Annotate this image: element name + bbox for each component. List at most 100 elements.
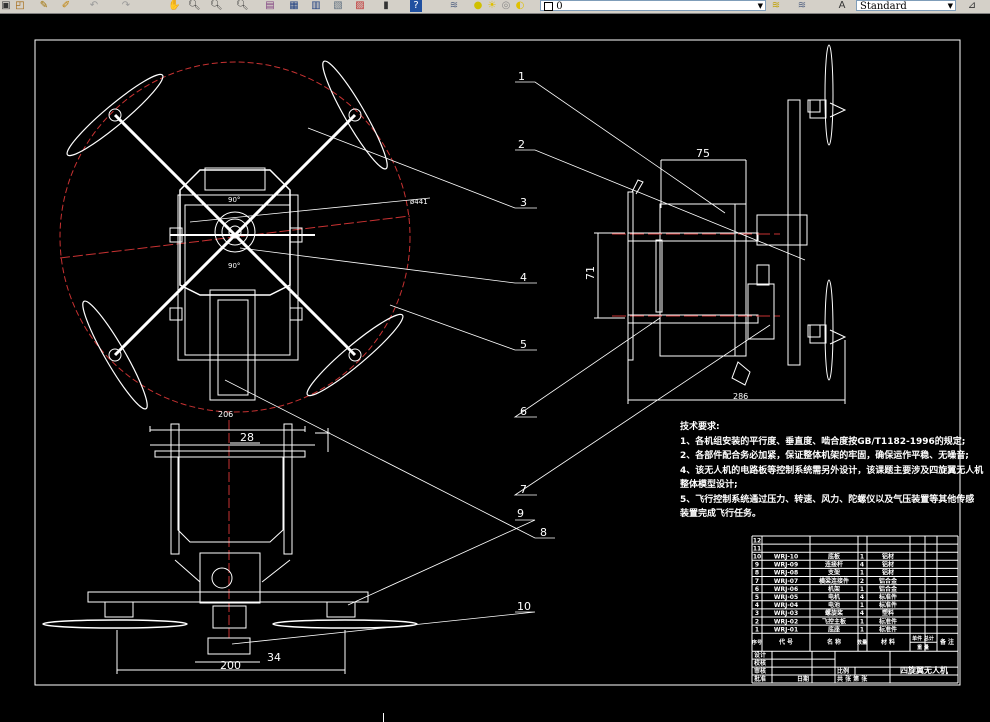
- part-qty: 1: [860, 602, 864, 609]
- layer-plot-icon[interactable]: ◐: [514, 0, 526, 12]
- text-style-icon[interactable]: A: [836, 0, 848, 12]
- zoom-realtime-icon[interactable]: 🔍︎: [188, 0, 201, 12]
- header-material: 材 料: [880, 638, 895, 646]
- balloon-7: 7: [520, 483, 527, 496]
- part-number: 8: [755, 570, 759, 577]
- dim-front-offset: 28: [240, 431, 254, 444]
- drawing-border: [34, 39, 961, 686]
- review-label: 审核: [754, 667, 766, 675]
- check-label: 校核: [754, 659, 766, 667]
- part-code: WRJ-03: [774, 610, 798, 617]
- part-code: WRJ-01: [774, 626, 798, 633]
- layer-freeze-icon[interactable]: ☀: [486, 0, 498, 12]
- tool-palette-icon[interactable]: ▥: [310, 0, 322, 12]
- part-number: 5: [755, 594, 759, 601]
- text-style-value: Standard: [860, 1, 907, 12]
- part-name: 飞控主板: [822, 617, 847, 625]
- note-line: 2、各部件配合务必加紧，保证整体机架的牢固，确保运作平稳、无噪音;: [680, 451, 969, 461]
- part-number: 4: [755, 602, 759, 609]
- dim-side-height: 71: [584, 266, 597, 280]
- save-icon[interactable]: ◰: [14, 0, 26, 12]
- redo-icon[interactable]: ↷: [120, 0, 132, 12]
- sheet-set-icon[interactable]: ▧: [332, 0, 344, 12]
- part-material: 标准件: [878, 617, 897, 625]
- help-icon[interactable]: ?: [410, 0, 422, 12]
- part-number: 3: [755, 610, 759, 617]
- part-name: 底板: [828, 553, 841, 561]
- design-label: 设计: [754, 651, 766, 659]
- calculator-icon[interactable]: ▮: [380, 0, 392, 12]
- part-material: 标准件: [878, 593, 897, 601]
- part-material: 塑料: [882, 609, 894, 617]
- layer-previous-icon[interactable]: ≋: [796, 0, 808, 12]
- layer-on-icon[interactable]: ●: [472, 0, 484, 12]
- part-number: 7: [755, 578, 759, 585]
- text-style-dropdown[interactable]: Standard ▼: [856, 0, 956, 12]
- balloon-10: 10: [517, 600, 531, 613]
- part-number: 1: [755, 626, 759, 633]
- header-qty: 数量: [857, 639, 867, 646]
- layer-value: 0: [556, 1, 563, 12]
- part-name: 电机: [828, 593, 840, 601]
- date-label: 日期: [797, 675, 809, 683]
- sheets-label: 共 张 第 张: [837, 675, 868, 683]
- part-code: WRJ-07: [774, 578, 798, 585]
- part-qty: 1: [860, 554, 864, 561]
- markup-icon[interactable]: ▨: [354, 0, 366, 12]
- dimension-style-icon[interactable]: ⊿: [966, 0, 978, 12]
- undo-icon[interactable]: ↶: [88, 0, 100, 12]
- header-no: 序号: [751, 639, 762, 646]
- part-qty: 4: [860, 562, 864, 569]
- properties-icon[interactable]: ▤: [264, 0, 276, 12]
- balloon-9: 9: [517, 507, 524, 520]
- balloon-3: 3: [520, 196, 527, 209]
- layer-dropdown[interactable]: 0 ▼: [540, 0, 766, 12]
- part-code: WRJ-10: [774, 554, 798, 561]
- layer-manager-icon[interactable]: ≋: [448, 0, 460, 12]
- part-qty: 1: [860, 626, 864, 633]
- part-name: 连接杆: [825, 561, 843, 569]
- part-material: 铝合金: [879, 585, 898, 593]
- zoom-previous-icon[interactable]: 🔍︎: [236, 0, 249, 12]
- part-name: 底座: [828, 625, 840, 633]
- crosshair-cursor: [383, 713, 384, 722]
- part-material: 标准件: [878, 601, 897, 609]
- balloon-4: 4: [520, 271, 527, 284]
- drawing-canvas[interactable]: 1 2 3 4 5 6 7 8 9 10 75 71 286 206 28 20…: [0, 14, 990, 722]
- dim-rotor-circle: ø441: [410, 198, 428, 206]
- part-qty: 1: [860, 570, 864, 577]
- part-code: WRJ-04: [774, 602, 798, 609]
- chevron-down-icon: ▼: [757, 2, 763, 10]
- part-number: 10: [753, 554, 761, 561]
- match-properties-icon[interactable]: ✐: [60, 0, 72, 12]
- balloon-8: 8: [540, 526, 547, 539]
- open-icon[interactable]: ▣: [0, 0, 12, 12]
- dim-front-base: 34: [267, 651, 281, 664]
- leader-lines: [189, 81, 806, 645]
- dim-side-width: 75: [696, 147, 710, 160]
- part-code: WRJ-05: [774, 594, 798, 601]
- part-material: 铝材: [882, 553, 894, 561]
- side-view: [594, 44, 847, 404]
- part-name: 螺旋桨: [825, 609, 844, 617]
- design-center-icon[interactable]: ▦: [288, 0, 300, 12]
- note-line: 装置完成飞行任务。: [680, 509, 762, 519]
- part-code: WRJ-06: [774, 586, 798, 593]
- part-name: 电池: [828, 601, 840, 609]
- pan-icon[interactable]: ✋: [168, 0, 180, 12]
- part-qty: 4: [860, 610, 864, 617]
- zoom-window-icon[interactable]: 🔍︎: [210, 0, 223, 12]
- part-material: 铝合金: [879, 577, 898, 585]
- part-material: 标准件: [878, 625, 897, 633]
- layer-lock-icon[interactable]: ◎: [500, 0, 512, 12]
- brush-icon[interactable]: ✎: [38, 0, 50, 12]
- scale-label: 比例: [837, 667, 849, 675]
- header-name: 名 称: [827, 638, 841, 646]
- make-current-icon[interactable]: ≋: [770, 0, 782, 12]
- balloon-1: 1: [518, 70, 525, 83]
- part-number: 11: [753, 545, 761, 552]
- dim-angle-top: 90°: [228, 196, 240, 204]
- chevron-down-icon: ▼: [947, 2, 953, 10]
- front-view: [42, 420, 418, 674]
- top-view: [59, 60, 411, 413]
